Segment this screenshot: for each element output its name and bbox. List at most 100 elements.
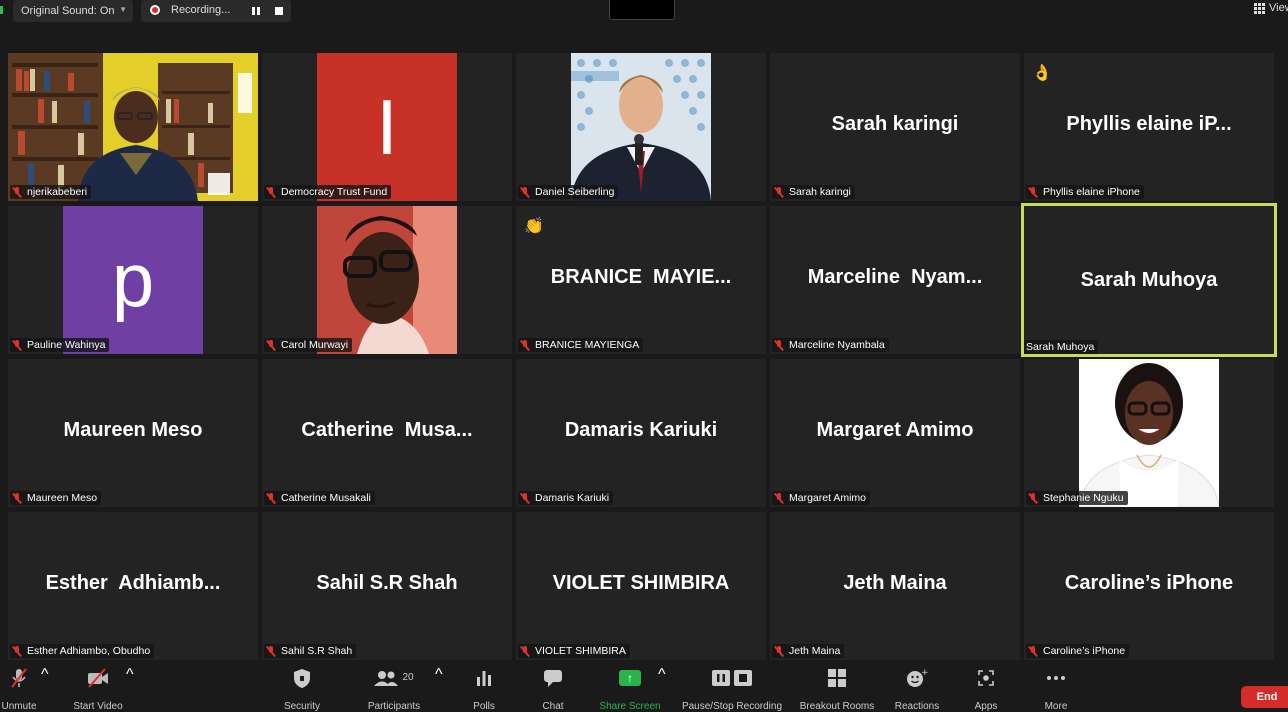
video-tile-marceline-nyambala[interactable]: Marceline Nyam... Marceline Nyambala — [770, 206, 1020, 354]
mic-muted-icon — [12, 645, 22, 657]
participant-name-label: VIOLET SHIMBIRA — [518, 644, 630, 658]
video-tile-sahil-sr-shah[interactable]: Sahil S.R Shah Sahil S.R Shah — [262, 512, 512, 660]
video-tile-pauline-wahinya[interactable]: p Pauline Wahinya — [8, 206, 258, 354]
breakout-rooms-icon — [828, 666, 846, 689]
participant-name-label: Sarah Muhoya — [1024, 340, 1099, 354]
video-options-chevron-icon[interactable]: ^ — [126, 666, 134, 712]
more-dots-icon — [1046, 666, 1066, 689]
participant-display-name: Damaris Kariuki — [564, 419, 718, 441]
avatar: I — [317, 53, 457, 201]
video-tile-jeth-maina[interactable]: Jeth Maina Jeth Maina — [770, 512, 1020, 660]
participant-name-label: Caroline’s iPhone — [1026, 644, 1130, 658]
video-tile-sarah-muhoya-active-speaker[interactable]: Sarah Muhoya Sarah Muhoya — [1021, 203, 1277, 357]
unmute-label: Unmute — [1, 701, 37, 712]
participant-display-name: BRANICE MAYIE... — [550, 266, 732, 288]
participant-display-name: Sahil S.R Shah — [316, 572, 458, 594]
mic-muted-icon — [12, 186, 22, 198]
bar-chart-icon — [475, 666, 493, 689]
participant-video — [317, 206, 457, 354]
pause-stop-recording-button[interactable]: Pause/Stop Recording — [680, 666, 784, 712]
share-screen-arrow-icon: ↑ — [619, 669, 641, 686]
mic-muted-icon — [774, 339, 784, 351]
video-tile-democracy-trust-fund[interactable]: I Democracy Trust Fund — [262, 53, 512, 201]
pause-stop-recording-label: Pause/Stop Recording — [681, 701, 783, 712]
more-button[interactable]: More — [1036, 666, 1076, 712]
audio-options-chevron-icon[interactable]: ^ — [41, 666, 49, 712]
mic-muted-icon — [12, 339, 22, 351]
participant-name-label: Carol Murwayi — [264, 338, 353, 352]
mic-muted-icon — [266, 339, 276, 351]
participant-display-name: Maureen Meso — [63, 419, 203, 441]
video-tile-njerikabeberi[interactable]: njerikabeberi — [8, 53, 258, 201]
participant-video — [8, 53, 258, 201]
apps-button[interactable]: Apps — [970, 666, 1002, 712]
participant-name-label: Stephanie Nguku — [1026, 491, 1128, 505]
participant-name-label: Esther Adhiambo, Obudho — [10, 644, 155, 658]
participant-name-label: Maureen Meso — [10, 491, 102, 505]
video-tile-daniel-seiberling[interactable]: Daniel Seiberling — [516, 53, 766, 201]
unmute-button[interactable]: Unmute — [0, 666, 38, 712]
participant-display-name: Caroline’s iPhone — [1064, 572, 1234, 594]
polls-label: Polls — [473, 701, 495, 712]
participant-name-label: Democracy Trust Fund — [264, 185, 392, 199]
participant-name-label: Margaret Amimo — [772, 491, 871, 505]
security-button[interactable]: Security — [280, 666, 324, 712]
original-sound-label: Original Sound: On — [21, 5, 115, 17]
meeting-info-pill[interactable] — [609, 0, 675, 20]
participant-name-label: BRANICE MAYIENGA — [518, 338, 644, 352]
pause-recording-icon[interactable] — [251, 6, 261, 16]
clapping-hands-reaction-icon: 👏 — [524, 218, 544, 235]
view-button[interactable]: View — [1254, 2, 1288, 14]
participant-name-label: njerikabeberi — [10, 185, 92, 199]
participant-display-name: Esther Adhiamb... — [45, 572, 221, 594]
video-tile-violet-shimbira[interactable]: VIOLET SHIMBIRA VIOLET SHIMBIRA — [516, 512, 766, 660]
mic-muted-icon — [520, 492, 530, 504]
stop-recording-icon[interactable] — [275, 7, 283, 15]
video-tile-stephanie-nguku[interactable]: Stephanie Nguku — [1024, 359, 1274, 507]
participant-video — [1079, 359, 1219, 507]
chat-bubble-icon — [543, 666, 563, 689]
original-sound-toggle[interactable]: Original Sound: On ▼ — [13, 0, 133, 22]
video-tile-phyllis-elaine-iphone[interactable]: 👌 Phyllis elaine iP... Phyllis elaine iP… — [1024, 53, 1274, 201]
participant-display-name: Marceline Nyam... — [807, 266, 983, 288]
participant-display-name: VIOLET SHIMBIRA — [552, 572, 730, 594]
video-tile-damaris-kariuki[interactable]: Damaris Kariuki Damaris Kariuki — [516, 359, 766, 507]
security-label: Security — [283, 701, 321, 712]
video-tile-carolines-iphone[interactable]: Caroline’s iPhone Caroline’s iPhone — [1024, 512, 1274, 660]
start-video-label: Start Video — [73, 701, 123, 712]
participant-video — [571, 53, 711, 201]
share-options-chevron-icon[interactable]: ^ — [658, 666, 666, 712]
participants-button[interactable]: 20 Participants — [362, 666, 426, 712]
video-tile-catherine-musakali[interactable]: Catherine Musa... Catherine Musakali — [262, 359, 512, 507]
chevron-down-icon[interactable]: ▼ — [119, 5, 127, 14]
mic-muted-icon — [774, 186, 784, 198]
participant-name-label: Pauline Wahinya — [10, 338, 110, 352]
participant-name-label: Marceline Nyambala — [772, 338, 889, 352]
video-tile-margaret-amimo[interactable]: Margaret Amimo Margaret Amimo — [770, 359, 1020, 507]
video-tile-esther-adhiambo-obudho[interactable]: Esther Adhiamb... Esther Adhiambo, Obudh… — [8, 512, 258, 660]
mic-muted-icon — [774, 492, 784, 504]
chat-button[interactable]: Chat — [535, 666, 571, 712]
meeting-toolbar: Unmute ^ Start Video ^ Security 20 Parti… — [0, 666, 1288, 712]
video-tile-branice-mayienga[interactable]: 👏 BRANICE MAYIE... BRANICE MAYIENGA — [516, 206, 766, 354]
mic-muted-icon — [8, 666, 30, 689]
top-bar: Original Sound: On ▼ Recording... View — [0, 0, 1288, 22]
mic-muted-icon — [520, 339, 530, 351]
reactions-button[interactable]: + Reactions — [892, 666, 942, 712]
mic-muted-icon — [774, 645, 784, 657]
video-tile-maureen-meso[interactable]: Maureen Meso Maureen Meso — [8, 359, 258, 507]
video-tile-carol-murwayi[interactable]: Carol Murwayi — [262, 206, 512, 354]
start-video-button[interactable]: Start Video — [70, 666, 126, 712]
participant-name-label: Jeth Maina — [772, 644, 845, 658]
end-meeting-button[interactable]: End — [1241, 686, 1288, 708]
avatar-letter: p — [111, 237, 155, 323]
polls-button[interactable]: Polls — [466, 666, 502, 712]
record-icon — [150, 5, 160, 15]
breakout-rooms-button[interactable]: Breakout Rooms — [796, 666, 878, 712]
participants-options-chevron-icon[interactable]: ^ — [435, 666, 443, 712]
share-screen-button[interactable]: ↑ Share Screen — [598, 666, 662, 712]
video-tile-sarah-karingi[interactable]: Sarah karingi Sarah karingi — [770, 53, 1020, 201]
participant-name-label: Catherine Musakali — [264, 491, 375, 505]
more-label: More — [1044, 701, 1068, 712]
participants-label: Participants — [367, 701, 421, 712]
